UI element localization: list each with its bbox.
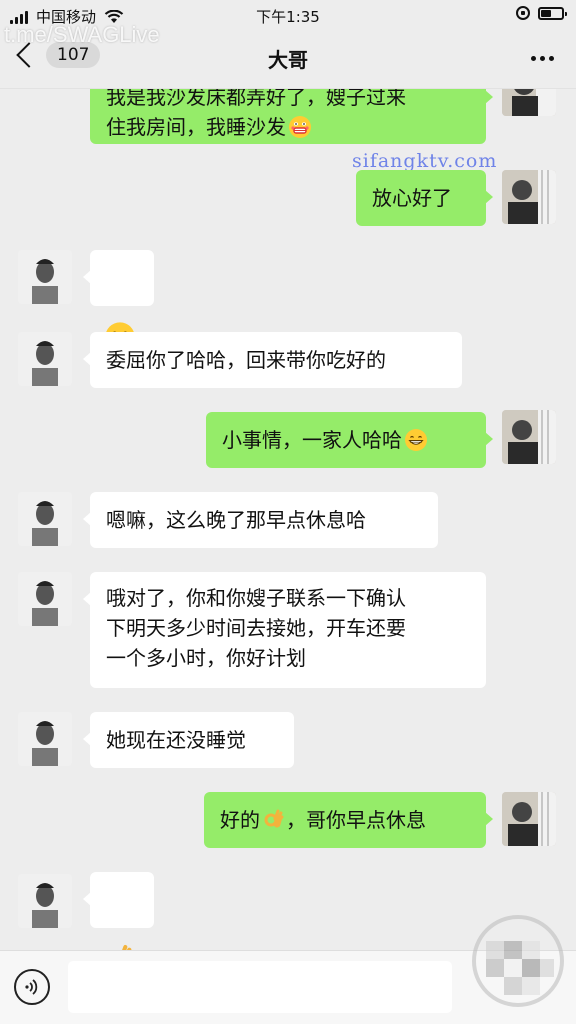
contact-avatar[interactable] [18,874,72,928]
contact-avatar[interactable] [18,250,72,304]
ok-hand-emoji-icon [264,809,284,828]
message-text: 我是我沙发床都弄好了，嫂子过来 住我房间，我睡沙发 [106,88,406,139]
grimace-emoji-icon [289,116,311,138]
message-bubble[interactable]: 委屈你了哈哈，回来带你吃好的 [83,332,462,388]
chat-title: 大哥 [268,48,308,72]
message-text: 委屈你了哈哈，回来带你吃好的 [106,348,386,372]
message-bubble[interactable]: 小事情，一家人哈哈 [206,412,493,468]
watermark-text: t.me/SWAGLive [4,22,160,47]
battery-icon [538,6,567,20]
my-avatar[interactable] [502,88,556,116]
message-text: 小事情，一家人哈哈 [222,428,402,452]
message-bubble[interactable] [83,872,154,950]
message-bubble[interactable]: 我是我沙发床都弄好了，嫂子过来 住我房间，我睡沙发 [90,88,493,144]
voice-input-button[interactable] [14,969,50,1005]
my-avatar[interactable] [502,170,556,224]
contact-avatar[interactable] [18,572,72,626]
message-bubble[interactable]: 她现在还没睡觉 [83,712,294,768]
status-right [516,6,567,20]
message-text: 好的 [220,808,260,832]
message-bubble[interactable]: 好的 ，哥你早点休息 [204,792,493,848]
message-text: 嗯嘛，这么晚了那早点休息哈 [106,508,366,532]
ok-hand-emoji-icon [122,945,132,950]
message-bubble[interactable]: 嗯嘛，这么晚了那早点休息哈 [83,492,438,548]
contact-avatar[interactable] [18,332,72,386]
grin-emoji-icon [405,429,427,451]
more-options-icon[interactable] [531,56,554,61]
contact-avatar[interactable] [18,492,72,546]
message-bubble[interactable]: 哦对了，你和你嫂子联系一下确认 下明天多少时间去接她，开车还要 一个多小时，你好… [83,572,486,688]
message-input[interactable] [68,961,452,1013]
message-text: 放心好了 [372,186,452,210]
message-list[interactable]: 我是我沙发床都弄好了，嫂子过来 住我房间，我睡沙发 sifangktv.com … [0,88,576,950]
watermark-url: sifangktv.com [352,150,498,172]
message-text-after: ，哥你早点休息 [286,808,426,832]
chat-screen: 中国移动 下午1:35 t.me/SWAGLive 107 大哥 我是我沙发床都… [0,0,576,1024]
voice-icon [25,979,38,995]
my-avatar[interactable] [502,792,556,846]
corner-watermark-logo [472,915,564,1007]
rotation-lock-icon [516,6,530,20]
contact-avatar[interactable] [18,712,72,766]
message-text: 她现在还没睡觉 [106,728,246,752]
my-avatar[interactable] [502,410,556,464]
message-bubble[interactable] [83,250,154,352]
message-bubble[interactable]: 放心好了 [356,170,493,226]
message-text: 哦对了，你和你嫂子联系一下确认 下明天多少时间去接她，开车还要 一个多小时，你好… [106,586,406,670]
